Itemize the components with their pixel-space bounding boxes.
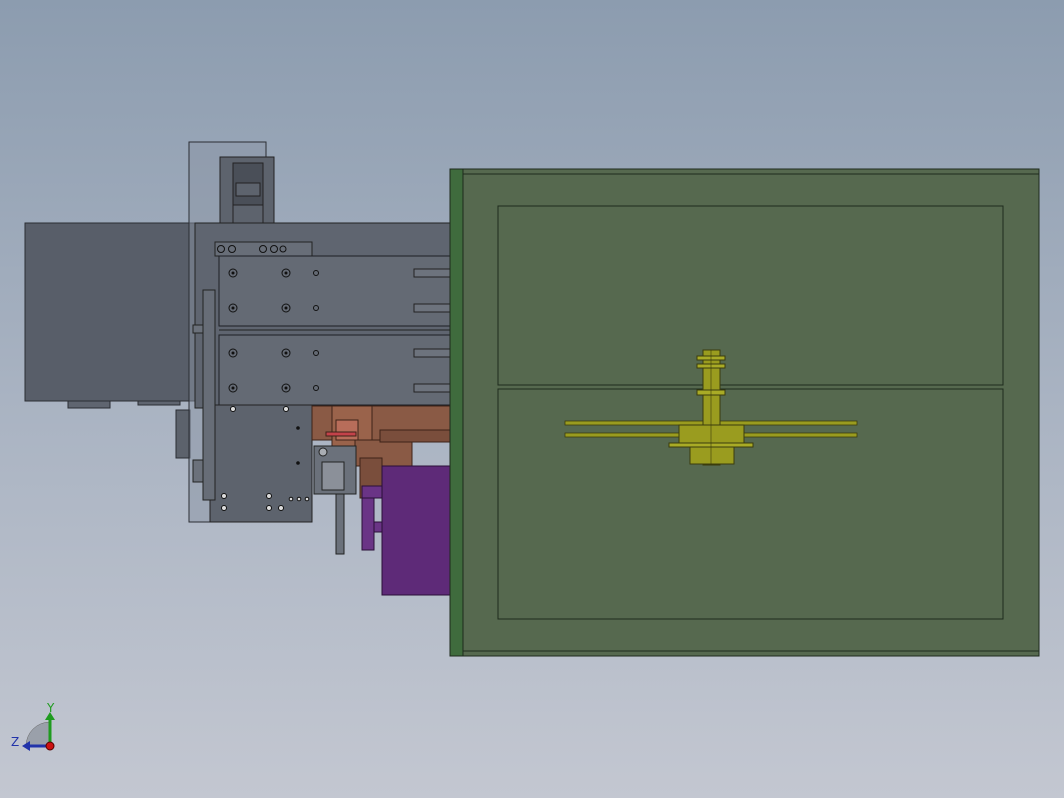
- coordinate-triad: Y Z: [11, 701, 55, 751]
- slide-plate-upper[interactable]: [218, 255, 454, 327]
- green-enclosure[interactable]: [449, 168, 1040, 657]
- motor-housing[interactable]: [24, 222, 196, 459]
- assembly-top-view[interactable]: Y Z: [0, 0, 1064, 798]
- cad-viewport[interactable]: Y Z: [0, 0, 1064, 798]
- z-axis-label: Z: [11, 735, 19, 749]
- x-axis-dot-icon: [45, 741, 55, 751]
- y-axis-label: Y: [46, 701, 55, 715]
- slide-plate-lower[interactable]: [218, 329, 454, 406]
